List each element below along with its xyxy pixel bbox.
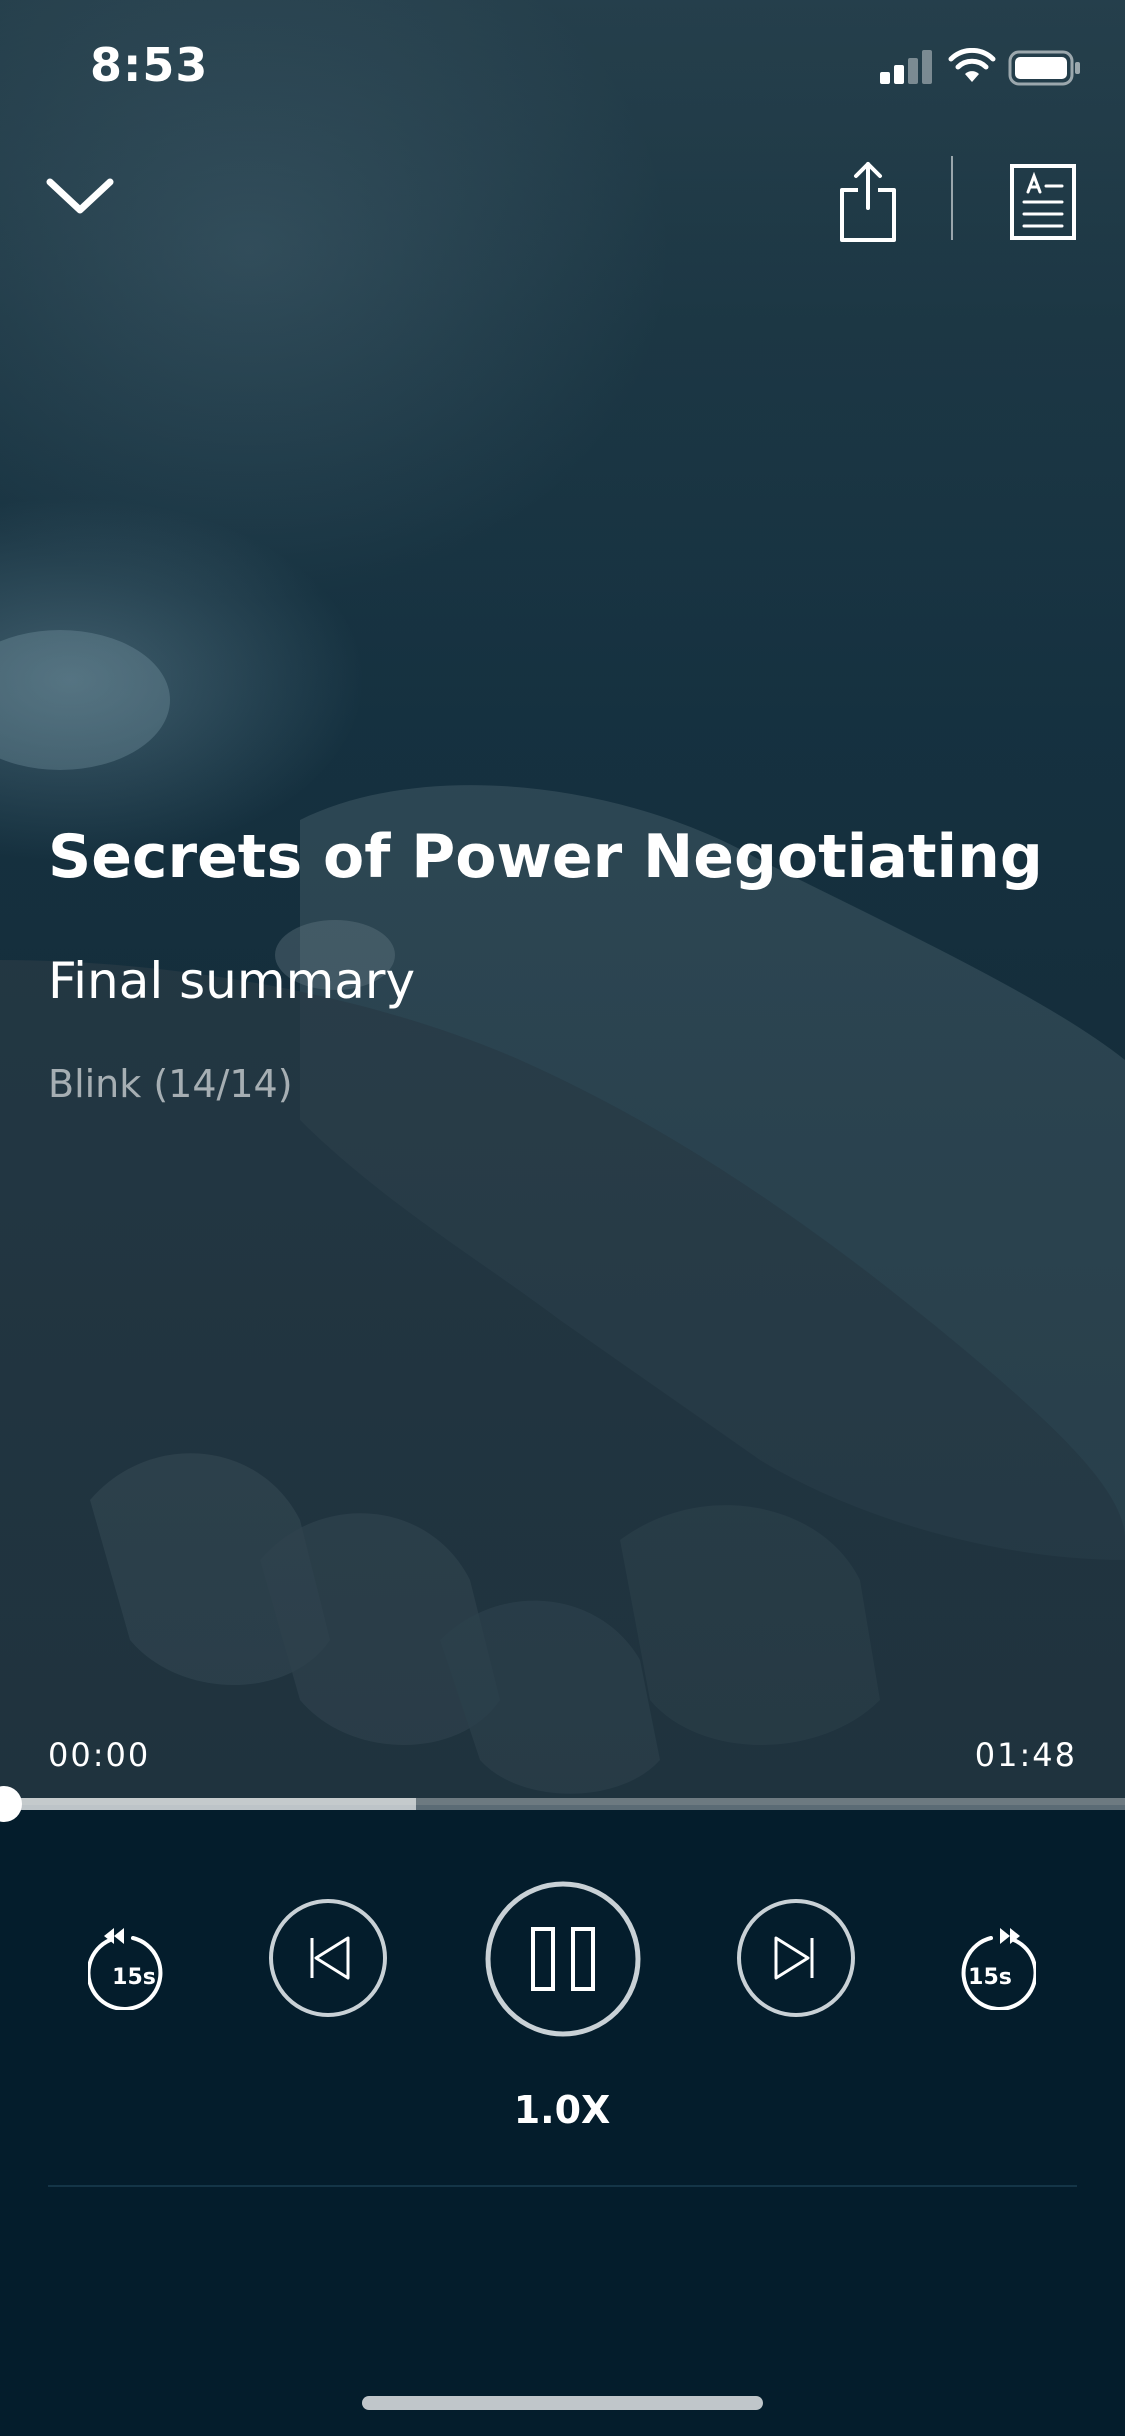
skip-previous-icon: [269, 1899, 387, 2017]
chevron-down-icon: [46, 178, 114, 214]
status-bar: 8:53: [0, 0, 1125, 140]
audio-player-screen: 8:53 Secrets of Power Negotiating Final …: [0, 0, 1125, 2436]
forward-label: 15s: [968, 1965, 1012, 1990]
next-chapter-button[interactable]: [736, 1898, 856, 2018]
total-time: 01:48: [974, 1736, 1077, 1774]
collapse-player-button[interactable]: [40, 160, 120, 230]
bottom-divider: [48, 2185, 1077, 2187]
book-title: Secrets of Power Negotiating: [48, 822, 1043, 892]
blink-counter: Blink (14/14): [48, 1062, 293, 1106]
artwork-dim-overlay: [0, 0, 1125, 1805]
progress-bar[interactable]: [0, 1798, 1125, 1810]
text-document-icon: [1010, 164, 1076, 240]
rewind-label: 15s: [112, 1965, 156, 1990]
pause-button[interactable]: [484, 1880, 642, 2038]
forward-15-button[interactable]: 15s: [946, 1910, 1038, 2011]
nav-divider: [951, 156, 953, 240]
share-button[interactable]: [826, 156, 910, 246]
playback-speed-button[interactable]: 1.0X: [462, 2088, 662, 2144]
status-time: 8:53: [90, 38, 209, 92]
wifi-icon: [948, 48, 996, 82]
cover-artwork-handshake: [0, 0, 1125, 1805]
progress-buffered: [0, 1798, 417, 1810]
rewind-15-icon: 15s: [86, 1928, 163, 2011]
battery-icon: [1008, 50, 1080, 86]
chapter-title: Final summary: [48, 952, 416, 1010]
previous-chapter-button[interactable]: [268, 1898, 388, 2018]
pause-icon: [485, 1881, 641, 2037]
home-indicator[interactable]: [362, 2396, 763, 2410]
signal-icon: [880, 50, 932, 84]
forward-15-icon: 15s: [961, 1928, 1038, 2011]
share-icon: [840, 162, 896, 242]
rewind-15-button[interactable]: 15s: [86, 1910, 178, 2011]
transcript-button[interactable]: [1004, 156, 1084, 246]
skip-next-icon: [737, 1899, 855, 2017]
elapsed-time: 00:00: [48, 1736, 151, 1774]
